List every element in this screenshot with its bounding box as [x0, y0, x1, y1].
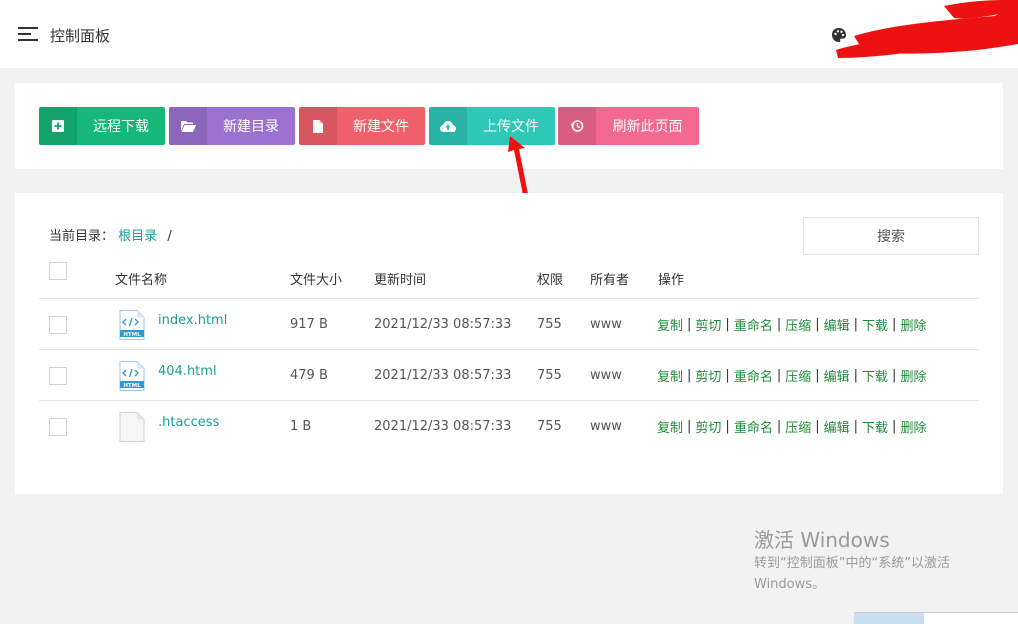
- page-title: 控制面板: [50, 27, 111, 45]
- plus-square-icon: [39, 107, 77, 145]
- refresh-page-label: 刷新此页面: [612, 119, 683, 135]
- select-all-checkbox[interactable]: [49, 262, 67, 280]
- file-owner: www: [590, 367, 622, 383]
- file-actions: 复制 | 剪切 | 重命名 | 压缩 | 编辑 | 下载 | 删除: [657, 417, 927, 436]
- copy-action[interactable]: 复制: [657, 366, 683, 385]
- file-size: 479 B: [290, 367, 328, 383]
- top-bar: 控制面板: [0, 0, 1018, 68]
- column-header-size: 文件大小: [290, 273, 343, 288]
- file-mtime: 2021/12/33 08:57:33: [374, 419, 512, 434]
- row-checkbox[interactable]: [49, 418, 67, 436]
- edit-action[interactable]: 编辑: [824, 315, 850, 334]
- table-header: 文件名称 文件大小 更新时间 权限 所有者 操作: [39, 259, 979, 299]
- file-size: 1 B: [290, 419, 312, 434]
- column-header-name: 文件名称: [115, 273, 168, 288]
- folder-open-icon: [169, 107, 207, 145]
- compress-action[interactable]: 压缩: [785, 366, 811, 385]
- row-checkbox[interactable]: [49, 367, 67, 385]
- annotation-arrow: [508, 136, 528, 195]
- file-name-link[interactable]: 404.html: [158, 364, 217, 379]
- file-browser-card: 当前目录： 根目录 / 搜索 文件名称 文件大小 更新时间 权限 所有者 操作 …: [15, 193, 1003, 494]
- cut-action[interactable]: 剪切: [695, 417, 721, 436]
- compress-action[interactable]: 压缩: [785, 417, 811, 436]
- file-permission: 755: [537, 316, 562, 332]
- current-directory: 当前目录： 根目录 /: [49, 225, 172, 244]
- file-actions: 复制 | 剪切 | 重命名 | 压缩 | 编辑 | 下载 | 删除: [657, 315, 927, 334]
- delete-action[interactable]: 删除: [900, 417, 926, 436]
- row-checkbox[interactable]: [49, 316, 67, 334]
- column-header-actions: 操作: [658, 273, 685, 288]
- blank-file-icon: [119, 412, 145, 442]
- hamburger-menu-icon[interactable]: [18, 27, 38, 41]
- file-mtime: 2021/12/33 08:57:33: [374, 316, 512, 332]
- download-action[interactable]: 下载: [862, 366, 888, 385]
- delete-action[interactable]: 删除: [900, 366, 926, 385]
- current-directory-label: 当前目录：: [49, 229, 115, 244]
- table-row: HTML index.html 917 B 2021/12/33 08:57:3…: [39, 299, 979, 350]
- file-permission: 755: [537, 367, 562, 383]
- file-owner: www: [590, 316, 622, 332]
- remote-download-label: 远程下载: [93, 119, 149, 135]
- table-row: .htaccess 1 B 2021/12/33 08:57:33 755 ww…: [39, 401, 979, 452]
- new-file-button[interactable]: 新建文件: [299, 107, 425, 145]
- new-file-label: 新建文件: [353, 119, 409, 135]
- history-icon: [558, 107, 596, 145]
- watermark-line-1: 转到“控制面板”中的“系统”以激活: [754, 556, 950, 571]
- root-directory-link[interactable]: 根目录: [118, 229, 157, 244]
- search-button[interactable]: 搜索: [803, 217, 979, 255]
- copy-action[interactable]: 复制: [657, 315, 683, 334]
- file-size: 917 B: [290, 316, 328, 332]
- rename-action[interactable]: 重命名: [734, 315, 773, 334]
- remote-download-button[interactable]: 远程下载: [39, 107, 165, 145]
- edit-action[interactable]: 编辑: [824, 417, 850, 436]
- column-header-permission: 权限: [537, 273, 564, 288]
- cut-action[interactable]: 剪切: [695, 366, 721, 385]
- new-folder-label: 新建目录: [223, 119, 279, 135]
- file-permission: 755: [537, 419, 562, 434]
- html-file-icon: HTML: [119, 310, 145, 340]
- watermark-title: 激活 Windows: [754, 528, 890, 552]
- table-row: HTML 404.html 479 B 2021/12/33 08:57:33 …: [39, 350, 979, 401]
- new-folder-button[interactable]: 新建目录: [169, 107, 295, 145]
- file-icon: [299, 107, 337, 145]
- taskbar-edge: [854, 612, 1018, 624]
- delete-action[interactable]: 删除: [900, 315, 926, 334]
- html-file-icon: HTML: [119, 361, 145, 391]
- column-header-owner: 所有者: [590, 273, 630, 288]
- svg-text:HTML: HTML: [123, 332, 141, 338]
- refresh-page-button[interactable]: 刷新此页面: [558, 107, 699, 145]
- path-separator: /: [167, 229, 172, 244]
- download-action[interactable]: 下载: [862, 417, 888, 436]
- cloud-upload-icon: [429, 107, 467, 145]
- rename-action[interactable]: 重命名: [734, 417, 773, 436]
- rename-action[interactable]: 重命名: [734, 366, 773, 385]
- file-actions: 复制 | 剪切 | 重命名 | 压缩 | 编辑 | 下载 | 删除: [657, 366, 927, 385]
- copy-action[interactable]: 复制: [657, 417, 683, 436]
- file-mtime: 2021/12/33 08:57:33: [374, 367, 512, 383]
- file-owner: www: [590, 419, 622, 434]
- edit-action[interactable]: 编辑: [824, 366, 850, 385]
- svg-text:HTML: HTML: [123, 383, 141, 389]
- cut-action[interactable]: 剪切: [695, 315, 721, 334]
- windows-activation-watermark: 激活 Windows 转到“控制面板”中的“系统”以激活 Windows。: [754, 524, 950, 595]
- download-action[interactable]: 下载: [862, 315, 888, 334]
- redaction-scribble: [836, 0, 1018, 58]
- file-name-link[interactable]: .htaccess: [158, 415, 219, 430]
- watermark-line-2: Windows。: [754, 577, 826, 592]
- file-name-link[interactable]: index.html: [158, 313, 227, 328]
- column-header-mtime: 更新时间: [374, 273, 427, 288]
- compress-action[interactable]: 压缩: [785, 315, 811, 334]
